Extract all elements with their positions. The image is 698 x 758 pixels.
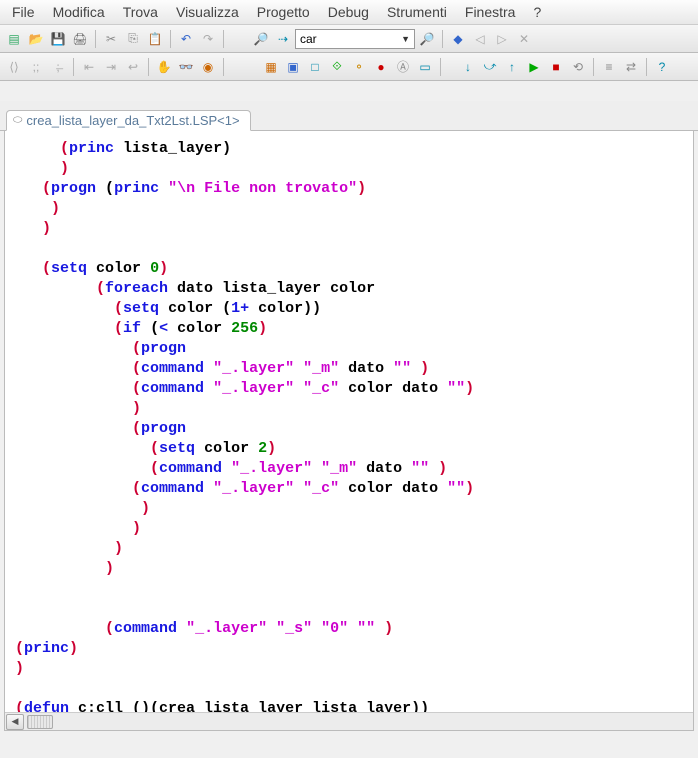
glasses-icon[interactable]: 👓 xyxy=(176,57,196,77)
step-out-icon[interactable]: ↑ xyxy=(502,57,522,77)
paste-icon[interactable]: 📋 xyxy=(145,29,165,49)
separator xyxy=(440,58,441,76)
trace-icon[interactable]: ⟐ xyxy=(327,57,347,77)
separator xyxy=(170,30,171,48)
bookmark-clear-icon[interactable]: ✕ xyxy=(514,29,534,49)
menu-debug[interactable]: Debug xyxy=(320,2,377,22)
find-next-icon[interactable]: ⇢ xyxy=(273,29,293,49)
horizontal-scrollbar[interactable]: ◀ xyxy=(5,712,693,730)
menu-file[interactable]: File xyxy=(4,2,43,22)
search-combobox[interactable]: car ▼ xyxy=(295,29,415,49)
tab-bar: ⬭ crea_lista_layer_da_Txt2Lst.LSP<1> xyxy=(0,101,698,131)
editor-pane: (princ lista_layer) ) (progn (princ "\n … xyxy=(4,131,694,731)
find-icon[interactable]: 🔎 xyxy=(251,29,271,49)
step-into-icon[interactable]: ↓ xyxy=(458,57,478,77)
step-over-icon[interactable]: ⤻ xyxy=(480,57,500,77)
indent-right-icon[interactable]: ⇥ xyxy=(101,57,121,77)
redo-icon[interactable]: ↷ xyxy=(198,29,218,49)
undo-icon[interactable]: ↶ xyxy=(176,29,196,49)
watch2-icon[interactable]: ▭ xyxy=(415,57,435,77)
document-tab[interactable]: ⬭ crea_lista_layer_da_Txt2Lst.LSP<1> xyxy=(6,110,251,131)
menu-help[interactable]: ? xyxy=(525,2,549,22)
copy-icon[interactable]: ⎘ xyxy=(123,29,143,49)
scroll-thumb[interactable] xyxy=(27,715,53,729)
console-icon[interactable]: ▣ xyxy=(283,57,303,77)
scroll-left-icon[interactable]: ◀ xyxy=(6,714,24,730)
separator xyxy=(95,30,96,48)
symbol-icon[interactable]: ⚬ xyxy=(349,57,369,77)
find-go-icon[interactable]: 🔎 xyxy=(417,29,437,49)
toolbar-1: ▤ 📂 💾 🖨 ✂ ⎘ 📋 ↶ ↷ 🔎 ⇢ car ▼ 🔎 ◆ ◁ ▷ ✕ xyxy=(0,25,698,53)
separator xyxy=(73,58,74,76)
bookmark-prev-icon[interactable]: ◁ xyxy=(470,29,490,49)
comment-icon[interactable]: ;; xyxy=(26,57,46,77)
menu-view[interactable]: Visualizza xyxy=(168,2,247,22)
cut-icon[interactable]: ✂ xyxy=(101,29,121,49)
break-icon[interactable]: ● xyxy=(371,57,391,77)
toggle-icon[interactable]: ⇄ xyxy=(621,57,641,77)
hand-icon[interactable]: ✋ xyxy=(154,57,174,77)
stop-icon[interactable]: ■ xyxy=(546,57,566,77)
new-file-icon[interactable]: ▤ xyxy=(4,29,24,49)
separator xyxy=(646,58,647,76)
format-icon[interactable]: ⟨⟩ xyxy=(4,57,24,77)
separator xyxy=(148,58,149,76)
load-icon[interactable]: ▦ xyxy=(261,57,281,77)
help-icon[interactable]: ? xyxy=(652,57,672,77)
apropos-icon[interactable]: Ⓐ xyxy=(393,57,413,77)
open-file-icon[interactable]: 📂 xyxy=(26,29,46,49)
document-icon: ⬭ xyxy=(13,114,22,127)
print-icon[interactable]: 🖨 xyxy=(70,29,90,49)
save-icon[interactable]: 💾 xyxy=(48,29,68,49)
menu-tools[interactable]: Strumenti xyxy=(379,2,455,22)
inspect-icon[interactable]: □ xyxy=(305,57,325,77)
reset-icon[interactable]: ⟲ xyxy=(568,57,588,77)
separator xyxy=(223,58,224,76)
menu-find[interactable]: Trova xyxy=(115,2,166,22)
nav-back-icon[interactable]: ↩ xyxy=(123,57,143,77)
code-editor[interactable]: (princ lista_layer) ) (progn (princ "\n … xyxy=(5,131,693,727)
toolbar-2: ⟨⟩ ;; ;̶ ⇤ ⇥ ↩ ✋ 👓 ◉ ▦ ▣ □ ⟐ ⚬ ● Ⓐ ▭ ↓ ⤻… xyxy=(0,53,698,81)
tab-title: crea_lista_layer_da_Txt2Lst.LSP<1> xyxy=(26,113,239,128)
uncomment-icon[interactable]: ;̶ xyxy=(48,57,68,77)
bookmark-next-icon[interactable]: ▷ xyxy=(492,29,512,49)
continue-icon[interactable]: ▶ xyxy=(524,57,544,77)
menu-project[interactable]: Progetto xyxy=(249,2,318,22)
bookmark-icon[interactable]: ◆ xyxy=(448,29,468,49)
separator xyxy=(593,58,594,76)
watch-icon[interactable]: ◉ xyxy=(198,57,218,77)
separator xyxy=(442,30,443,48)
dropdown-arrow-icon[interactable]: ▼ xyxy=(401,34,410,44)
menu-edit[interactable]: Modifica xyxy=(45,2,113,22)
separator xyxy=(223,30,224,48)
menu-bar: File Modifica Trova Visualizza Progetto … xyxy=(0,0,698,25)
search-value: car xyxy=(300,32,317,46)
indent-left-icon[interactable]: ⇤ xyxy=(79,57,99,77)
list-icon[interactable]: ≡ xyxy=(599,57,619,77)
menu-window[interactable]: Finestra xyxy=(457,2,524,22)
